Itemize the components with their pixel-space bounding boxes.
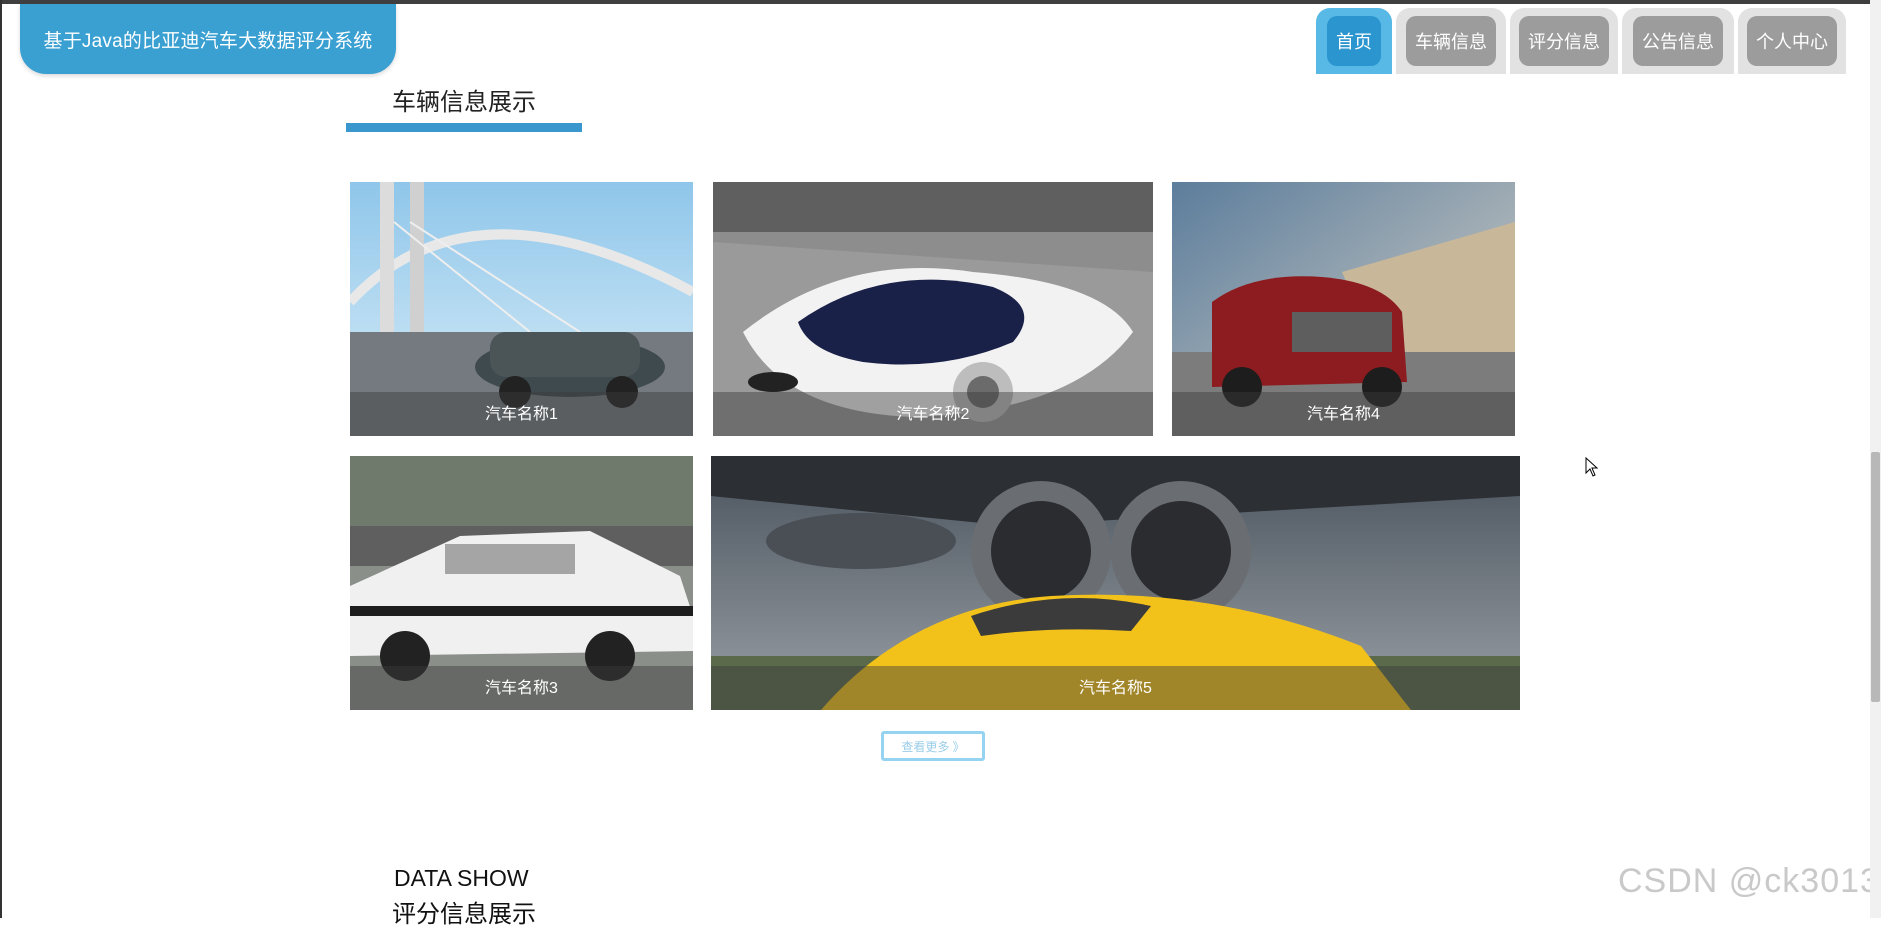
section-title-underline [346, 123, 582, 132]
view-more-button[interactable]: 查看更多 》 [881, 731, 985, 761]
nav-tab-label: 车辆信息 [1406, 16, 1496, 66]
main-nav: 首页 车辆信息 评分信息 公告信息 个人中心 [1316, 8, 1846, 74]
nav-tab-personal-center[interactable]: 个人中心 [1738, 8, 1846, 74]
nav-tab-label: 公告信息 [1633, 16, 1723, 66]
car-card-4[interactable]: 汽车名称4 [1172, 182, 1515, 436]
section-title-ratings: 评分信息展示 [392, 901, 536, 928]
car-card-5[interactable]: 汽车名称5 [711, 456, 1520, 710]
car-name: 汽车名称5 [1079, 680, 1152, 697]
nav-tab-announcements[interactable]: 公告信息 [1622, 8, 1734, 74]
car-name: 汽车名称3 [485, 680, 558, 697]
scrollbar-thumb[interactable] [1871, 452, 1880, 702]
car-name: 汽车名称4 [1307, 406, 1380, 423]
car-name: 汽车名称2 [896, 406, 970, 423]
site-brand-title[interactable]: 基于Java的比亚迪汽车大数据评分系统 [20, 4, 396, 74]
car-card-3[interactable]: 汽车名称3 [350, 456, 693, 710]
nav-tab-home[interactable]: 首页 [1316, 8, 1392, 74]
car-name: 汽车名称1 [485, 406, 558, 423]
car-card-1[interactable]: 汽车名称1 [350, 182, 693, 436]
nav-tab-label: 个人中心 [1747, 16, 1837, 66]
csdn-watermark: CSDN @ck3013 [1618, 862, 1880, 900]
window-left-border [0, 0, 2, 918]
car-card-2[interactable]: 汽车名称2 [713, 182, 1153, 436]
section-heading-data-show: DATA SHOW [394, 865, 529, 891]
nav-tab-label: 评分信息 [1519, 16, 1609, 66]
nav-tab-ratings[interactable]: 评分信息 [1510, 8, 1618, 74]
section-title-vehicles: 车辆信息展示 [392, 89, 536, 116]
nav-tab-label: 首页 [1327, 16, 1381, 66]
nav-tab-vehicles[interactable]: 车辆信息 [1396, 8, 1506, 74]
mouse-cursor-icon [1585, 457, 1599, 477]
